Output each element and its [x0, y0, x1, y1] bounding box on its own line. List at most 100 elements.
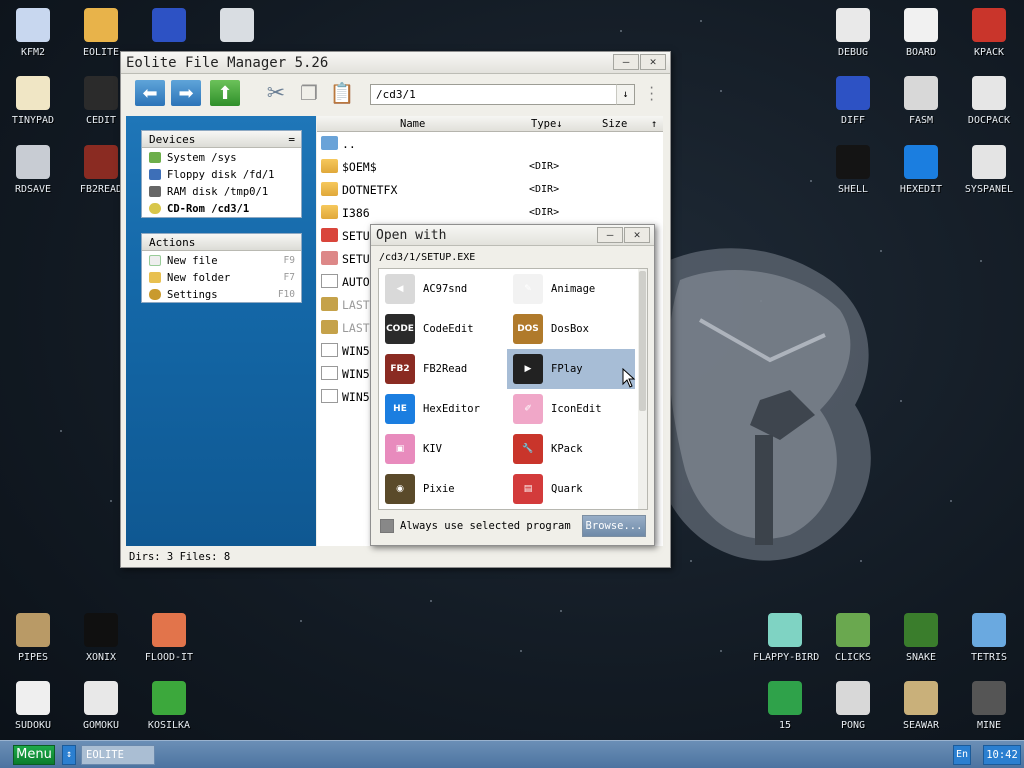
- desktop-icon-kpack[interactable]: KPACK: [957, 8, 1021, 58]
- up-button[interactable]: ⬆: [210, 80, 240, 106]
- app-item-hexeditor[interactable]: HE HexEditor: [379, 389, 507, 429]
- action-settings[interactable]: Settings F10: [142, 285, 301, 302]
- desktop-icon-pong[interactable]: PONG: [821, 681, 885, 731]
- cut-icon[interactable]: ✂: [261, 80, 291, 106]
- desktop-icon-xonix[interactable]: XONIX: [69, 613, 133, 663]
- desktop-icon-kfm2[interactable]: KFM2: [1, 8, 65, 58]
- desktop-icon-kosilka[interactable]: KOSILKA: [137, 681, 201, 731]
- app-name: HexEditor: [423, 403, 480, 415]
- desktop-icon-debug[interactable]: DEBUG: [821, 8, 885, 58]
- always-use-checkbox[interactable]: [380, 519, 394, 533]
- app-item-iconedit[interactable]: ✐ IconEdit: [507, 389, 635, 429]
- board-icon: [904, 8, 938, 42]
- app-list: ◀ AC97snd ✎ Animage CODE CodeEdit DOS DosBox FB2…: [378, 268, 648, 510]
- desktop-icon-fasm[interactable]: FASM: [889, 76, 953, 126]
- col-name[interactable]: Name: [400, 118, 425, 130]
- desktop-icon-pipes[interactable]: PIPES: [1, 613, 65, 663]
- desktop-icon-flood-it[interactable]: FLOOD-IT: [137, 613, 201, 663]
- clock[interactable]: 10:42: [983, 745, 1021, 765]
- app-item-dosbox[interactable]: DOS DosBox: [507, 309, 635, 349]
- desktop-icon-shell[interactable]: SHELL: [821, 145, 885, 195]
- desktop-icon-label: 15: [778, 720, 792, 731]
- desktop-icon-rdsave[interactable]: RDSAVE: [1, 145, 65, 195]
- desktop-icon-calculator-icon[interactable]: [205, 8, 269, 47]
- device-ramdisk[interactable]: RAM disk /tmp0/1: [142, 182, 301, 199]
- desktop-icon-hexedit[interactable]: HEXEDIT: [889, 145, 953, 195]
- file-row[interactable]: ..: [317, 132, 663, 155]
- shell-icon: [836, 145, 870, 179]
- desktop-icon-15[interactable]: 15: [753, 681, 817, 731]
- app-item-codeedit[interactable]: CODE CodeEdit: [379, 309, 507, 349]
- gomoku-icon: [84, 681, 118, 715]
- close-button[interactable]: ✕: [640, 54, 666, 70]
- app-item-kiv[interactable]: ▣ KIV: [379, 429, 507, 469]
- address-input[interactable]: /cd3/1: [370, 84, 635, 105]
- app-item-ac97snd[interactable]: ◀ AC97snd: [379, 269, 507, 309]
- desktop-icon-docpack[interactable]: DOCPACK: [957, 76, 1021, 126]
- file-row[interactable]: I386 <DIR>: [317, 201, 663, 224]
- language-indicator[interactable]: En: [953, 745, 971, 765]
- file-name: LAST: [342, 298, 370, 312]
- device-floppy[interactable]: Floppy disk /fd/1: [142, 165, 301, 182]
- dialog-file-path: /cd3/1/SETUP.EXE: [379, 252, 476, 263]
- col-type[interactable]: Type↓: [531, 118, 563, 130]
- desktop-icon-diff[interactable]: DIFF: [821, 76, 885, 126]
- desktop-icon-clicks[interactable]: CLICKS: [821, 613, 885, 663]
- file-row[interactable]: $OEM$ <DIR>: [317, 155, 663, 178]
- dosbox-icon: DOS: [513, 314, 543, 344]
- col-size[interactable]: Size: [602, 118, 627, 130]
- file-row[interactable]: DOTNETFX <DIR>: [317, 178, 663, 201]
- task-switch-button[interactable]: ↕: [62, 745, 76, 765]
- app-name: KIV: [423, 443, 442, 455]
- action-new-file[interactable]: New file F9: [142, 251, 301, 268]
- app-item-fb2read[interactable]: FB2 FB2Read: [379, 349, 507, 389]
- minimize-button[interactable]: —: [613, 54, 639, 70]
- desktop-icon-label: PIPES: [17, 652, 49, 663]
- forward-button[interactable]: ➡: [171, 80, 201, 106]
- app-item-quark[interactable]: ▤ Quark: [507, 469, 635, 509]
- device-cdrom[interactable]: CD-Rom /cd3/1: [142, 199, 301, 216]
- paste-icon[interactable]: 📋: [327, 80, 357, 106]
- file-name: DOTNETFX: [342, 183, 398, 197]
- app-item-pixie[interactable]: ◉ Pixie: [379, 469, 507, 509]
- copy-icon[interactable]: ❐: [294, 80, 324, 106]
- app-name: AC97snd: [423, 283, 468, 295]
- action-new-folder[interactable]: New folder F7: [142, 268, 301, 285]
- desktop-icon-seawar[interactable]: SEAWAR: [889, 681, 953, 731]
- file-manager-titlebar[interactable]: Eolite File Manager 5.26: [121, 52, 670, 74]
- taskbar-task-eolite[interactable]: EOLITE: [81, 745, 155, 765]
- desktop-icon-board[interactable]: BOARD: [889, 8, 953, 58]
- scrollbar-thumb[interactable]: [639, 271, 646, 411]
- mower-icon: [152, 681, 186, 715]
- app-item-fplay[interactable]: ▶ FPlay: [507, 349, 635, 389]
- browse-button[interactable]: Browse...: [582, 515, 646, 537]
- desktop-icon-gomoku[interactable]: GOMOKU: [69, 681, 133, 731]
- devices-collapse-button[interactable]: =: [288, 133, 295, 146]
- status-bar: Dirs: 3 Files: 8: [129, 551, 231, 563]
- desktop-icon-tetris[interactable]: TETRIS: [957, 613, 1021, 663]
- desktop-icon-tinypad[interactable]: TINYPAD: [1, 76, 65, 126]
- back-button[interactable]: ⬅: [135, 80, 165, 106]
- app-item-kpack[interactable]: 🔧 KPack: [507, 429, 635, 469]
- dialog-minimize-button[interactable]: —: [597, 227, 623, 243]
- desktop-icon-label: DIFF: [840, 115, 866, 126]
- ram-icon: [149, 186, 161, 197]
- new-file-icon: [149, 255, 161, 266]
- desktop-icon-mine[interactable]: MINE: [957, 681, 1021, 731]
- app-list-scrollbar[interactable]: [638, 269, 647, 509]
- desktop-icon-flappy-bird[interactable]: FLAPPY-BIRD: [753, 613, 819, 663]
- left-panel: Devices = System /sys Floppy disk /fd/1 …: [126, 116, 316, 546]
- app-item-animage[interactable]: ✎ Animage: [507, 269, 635, 309]
- scroll-up-button[interactable]: ↑: [651, 118, 657, 130]
- more-menu-icon[interactable]: · · ·: [648, 82, 655, 106]
- desktop-icon-snake[interactable]: SNAKE: [889, 613, 953, 663]
- desktop-icon-syspanel[interactable]: SYSPANEL: [957, 145, 1021, 195]
- folder-icon: [84, 8, 118, 42]
- device-system[interactable]: System /sys: [142, 148, 301, 165]
- menu-button[interactable]: Menu: [13, 745, 55, 765]
- desktop-icon-screen-grid-icon[interactable]: [137, 8, 201, 47]
- desktop-icon-sudoku[interactable]: SUDOKU: [1, 681, 65, 731]
- dialog-close-button[interactable]: ✕: [624, 227, 650, 243]
- address-dropdown-button[interactable]: ↓: [616, 84, 635, 105]
- actions-box: Actions New file F9 New folder F7 Settings…: [141, 233, 302, 303]
